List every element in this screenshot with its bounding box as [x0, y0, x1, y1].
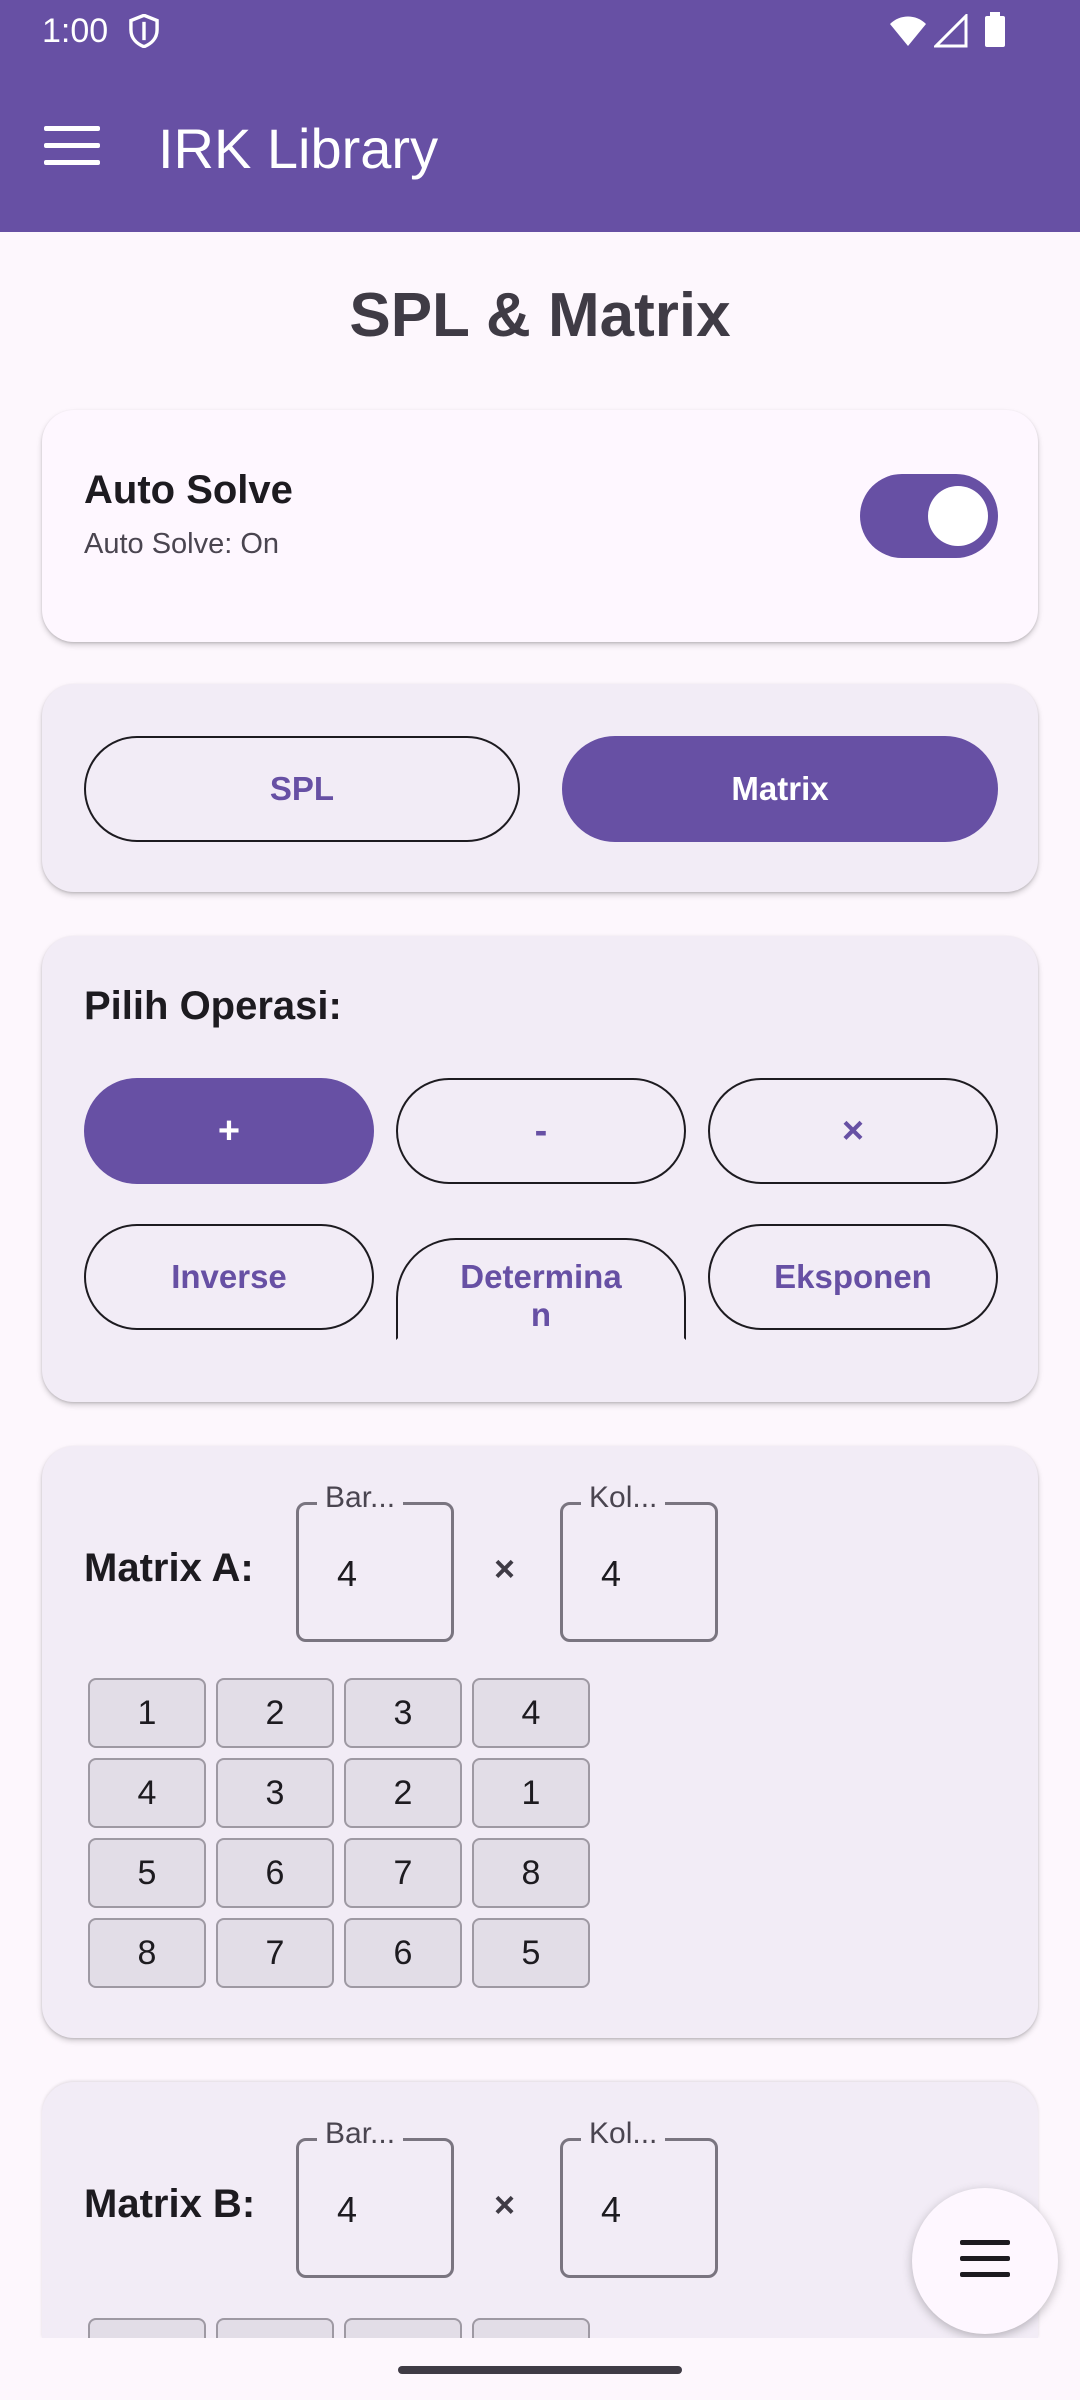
- matrix-cell[interactable]: 4: [472, 1678, 590, 1748]
- operations-card: Pilih Operasi: + - × Inverse Determina n…: [42, 936, 1038, 1402]
- op-multiply-button[interactable]: ×: [708, 1078, 998, 1184]
- matrix-cell[interactable]: 7: [344, 1838, 462, 1908]
- cols-field-label: Kol...: [581, 1481, 666, 1515]
- matrix-cell[interactable]: [472, 2318, 590, 2338]
- tab-matrix[interactable]: Matrix: [562, 736, 998, 842]
- menu-icon[interactable]: [44, 126, 100, 170]
- toggle-knob: [928, 486, 988, 546]
- matrix-b-card: Matrix B: Bar... 4 × Kol... 4: [42, 2082, 1038, 2338]
- matrix-cell[interactable]: [344, 2318, 462, 2338]
- op-add-button[interactable]: +: [84, 1078, 374, 1184]
- page-title: SPL & Matrix: [349, 281, 731, 350]
- status-bar: 1:00: [0, 0, 1080, 60]
- matrix-cell[interactable]: 1: [88, 1678, 206, 1748]
- matrix-a-label: Matrix A:: [84, 1546, 254, 1590]
- battery-icon: [985, 12, 1005, 47]
- signal-icon: [934, 14, 968, 48]
- matrix-cell[interactable]: 8: [88, 1918, 206, 1988]
- gesture-handle[interactable]: [398, 2366, 682, 2374]
- fab-menu-button[interactable]: [912, 2188, 1058, 2334]
- cols-field-value: 4: [601, 2189, 622, 2230]
- matrix-cell[interactable]: 1: [472, 1758, 590, 1828]
- matrix-a-card: Matrix A: Bar... 4 × Kol... 4 1 2 3 4 4 …: [42, 1446, 1038, 2038]
- matrix-b-grid: [88, 2318, 590, 2338]
- matrix-cell[interactable]: 5: [472, 1918, 590, 1988]
- rows-field-value: 4: [337, 1553, 358, 1594]
- matrix-cell[interactable]: 6: [216, 1838, 334, 1908]
- rows-field-value: 4: [337, 2189, 358, 2230]
- dimension-times-sign: ×: [494, 1548, 516, 1589]
- matrix-cell[interactable]: [216, 2318, 334, 2338]
- cols-field-label: Kol...: [581, 2117, 666, 2151]
- matrix-cell[interactable]: 5: [88, 1838, 206, 1908]
- app-bar: IRK Library: [0, 60, 1080, 232]
- op-exponent-button[interactable]: Eksponen: [708, 1224, 998, 1330]
- matrix-a-rows-field[interactable]: Bar... 4: [296, 1481, 454, 1642]
- matrix-cell[interactable]: 4: [88, 1758, 206, 1828]
- matrix-b-cols-field[interactable]: Kol... 4: [560, 2117, 718, 2278]
- matrix-b-label: Matrix B:: [84, 2182, 256, 2226]
- matrix-b-rows-field[interactable]: Bar... 4: [296, 2117, 454, 2278]
- matrix-cell[interactable]: 8: [472, 1838, 590, 1908]
- matrix-a-cols-field[interactable]: Kol... 4: [560, 1481, 718, 1642]
- operations-label: Pilih Operasi:: [84, 984, 342, 1028]
- navigation-bar: [0, 2338, 1080, 2400]
- dimension-times-sign: ×: [494, 2184, 516, 2225]
- matrix-a-grid: 1 2 3 4 4 3 2 1 5 6 7 8 8 7 6 5: [88, 1678, 590, 1988]
- matrix-cell[interactable]: 2: [344, 1758, 462, 1828]
- rows-field-label: Bar...: [317, 1481, 404, 1515]
- auto-solve-toggle[interactable]: [860, 474, 998, 558]
- tab-spl[interactable]: SPL: [84, 736, 520, 842]
- app-title: IRK Library: [158, 117, 439, 180]
- matrix-cell[interactable]: [88, 2318, 206, 2338]
- op-subtract-button[interactable]: -: [396, 1078, 686, 1184]
- matrix-cell[interactable]: 3: [344, 1678, 462, 1748]
- matrix-cell[interactable]: 2: [216, 1678, 334, 1748]
- rows-field-label: Bar...: [317, 2117, 404, 2151]
- mode-card: SPL Matrix: [42, 684, 1038, 892]
- auto-solve-card: Auto Solve Auto Solve: On: [42, 410, 1038, 642]
- cols-field-value: 4: [601, 1553, 622, 1594]
- matrix-cell[interactable]: 7: [216, 1918, 334, 1988]
- shield-icon: [129, 14, 159, 48]
- wifi-icon: [890, 16, 926, 46]
- matrix-cell[interactable]: 3: [216, 1758, 334, 1828]
- status-time: 1:00: [42, 12, 109, 50]
- fab-menu-icon: [960, 2240, 1010, 2288]
- auto-solve-status: Auto Solve: On: [84, 528, 280, 560]
- matrix-cell[interactable]: 6: [344, 1918, 462, 1988]
- auto-solve-title: Auto Solve: [84, 468, 293, 512]
- op-determinant-button[interactable]: Determina n: [396, 1238, 686, 1340]
- op-inverse-button[interactable]: Inverse: [84, 1224, 374, 1330]
